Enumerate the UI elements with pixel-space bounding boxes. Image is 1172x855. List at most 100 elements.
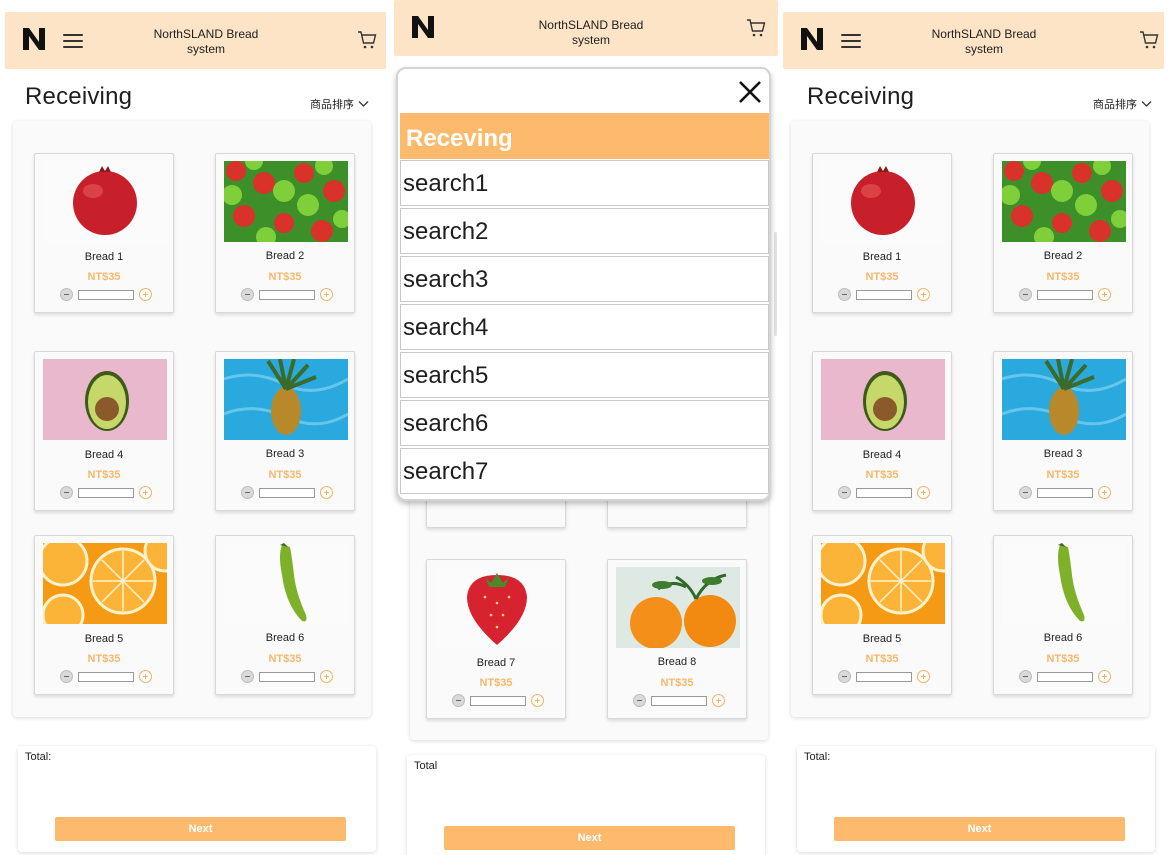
next-button[interactable]: Next: [834, 817, 1125, 841]
quantity-input[interactable]: [259, 671, 315, 682]
pomegranate-image: [43, 161, 167, 242]
strawberry-image: [435, 567, 559, 648]
product-card[interactable]: Bread 1 NT$35: [34, 153, 174, 313]
quantity-input[interactable]: [651, 695, 707, 706]
quantity-input[interactable]: [856, 289, 912, 300]
sort-dropdown[interactable]: 商品排序: [310, 96, 369, 112]
search-item[interactable]: search6: [400, 400, 769, 446]
search-item[interactable]: search3: [400, 256, 769, 302]
pineapple-image: [1002, 359, 1126, 440]
plus-icon[interactable]: [917, 486, 930, 499]
minus-icon[interactable]: [1019, 288, 1032, 301]
product-card[interactable]: Bread 5 NT$35: [34, 535, 174, 695]
plus-icon[interactable]: [320, 670, 333, 683]
app-title: NorthSLAND Bread system: [538, 18, 644, 47]
search-item[interactable]: search2: [400, 208, 769, 254]
product-name: Bread 4: [862, 449, 902, 461]
plus-icon[interactable]: [320, 288, 333, 301]
plus-icon[interactable]: [139, 486, 152, 499]
search-item[interactable]: search4: [400, 304, 769, 350]
avocado-image: [821, 359, 945, 440]
left-screen: NorthSLAND Bread system Receiving 商品排序 Br…: [0, 0, 386, 855]
sort-dropdown[interactable]: 商品排序: [1093, 96, 1152, 112]
scrollbar[interactable]: [774, 232, 777, 336]
quantity-stepper: [1019, 670, 1111, 683]
quantity-input[interactable]: [259, 487, 315, 498]
product-card[interactable]: Bread 3 NT$35: [993, 351, 1133, 511]
quantity-stepper: [838, 288, 930, 301]
plus-icon[interactable]: [917, 670, 930, 683]
minus-icon[interactable]: [1019, 670, 1032, 683]
product-card[interactable]: Bread 2 NT$35: [993, 153, 1133, 313]
minus-icon[interactable]: [60, 288, 73, 301]
minus-icon[interactable]: [838, 288, 851, 301]
pomegranate-image: [821, 161, 945, 242]
product-name: Bread 4: [84, 449, 124, 461]
minus-icon[interactable]: [60, 486, 73, 499]
product-card[interactable]: Bread 8 NT$35: [607, 559, 747, 719]
product-name: Bread 6: [265, 632, 305, 644]
search-item[interactable]: search7: [400, 448, 769, 494]
app-header: NorthSLAND Bread system: [394, 0, 778, 56]
product-card[interactable]: Bread 6 NT$35: [993, 535, 1133, 695]
plus-icon[interactable]: [1098, 670, 1111, 683]
quantity-input[interactable]: [78, 671, 134, 682]
product-list: Bread 1 NT$35 Bread 2 NT$35 Bread 4 NT$3…: [13, 121, 371, 717]
plus-icon[interactable]: [1098, 288, 1111, 301]
cart-icon[interactable]: [357, 30, 377, 50]
hamburger-menu-icon[interactable]: [841, 32, 863, 48]
quantity-input[interactable]: [1037, 671, 1093, 682]
product-card[interactable]: Bread 2 NT$35: [215, 153, 355, 313]
plus-icon[interactable]: [917, 288, 930, 301]
quantity-stepper: [60, 486, 152, 499]
quantity-input[interactable]: [78, 487, 134, 498]
product-card[interactable]: Bread 5 NT$35: [812, 535, 952, 695]
minus-icon[interactable]: [838, 670, 851, 683]
next-button[interactable]: Next: [444, 826, 735, 850]
minus-icon[interactable]: [241, 486, 254, 499]
product-card[interactable]: Bread 4 NT$35: [812, 351, 952, 511]
minus-icon[interactable]: [60, 670, 73, 683]
minus-icon[interactable]: [633, 694, 646, 707]
quantity-input[interactable]: [856, 487, 912, 498]
search-item[interactable]: search1: [400, 160, 769, 206]
plus-icon[interactable]: [320, 486, 333, 499]
product-price: NT$35: [865, 271, 899, 283]
plus-icon[interactable]: [712, 694, 725, 707]
quantity-input[interactable]: [470, 695, 526, 706]
minus-icon[interactable]: [241, 288, 254, 301]
product-card[interactable]: Bread 6 NT$35: [215, 535, 355, 695]
quantity-input[interactable]: [1037, 289, 1093, 300]
close-icon[interactable]: [737, 79, 763, 105]
product-card[interactable]: Bread 7 NT$35: [426, 559, 566, 719]
product-name: Bread 2: [1043, 250, 1083, 262]
quantity-input[interactable]: [259, 289, 315, 300]
product-list: Bread 7 NT$35 Bread 8 NT$35: [410, 440, 768, 740]
product-card[interactable]: Bread 4 NT$35: [34, 351, 174, 511]
plus-icon[interactable]: [531, 694, 544, 707]
quantity-input[interactable]: [856, 671, 912, 682]
minus-icon[interactable]: [241, 670, 254, 683]
product-card[interactable]: Bread 1 NT$35: [812, 153, 952, 313]
product-name: Bread 3: [265, 448, 305, 460]
minus-icon[interactable]: [838, 486, 851, 499]
next-button[interactable]: Next: [55, 817, 346, 841]
logo-icon: [801, 28, 823, 50]
apples-image: [224, 161, 348, 242]
avocado-image: [43, 359, 167, 440]
total-card: Total Next: [407, 755, 765, 855]
minus-icon[interactable]: [452, 694, 465, 707]
app-title: NorthSLAND Bread system: [153, 27, 259, 56]
search-modal: Receving search1 search2 search3 search4…: [396, 67, 771, 501]
search-item[interactable]: search5: [400, 352, 769, 398]
quantity-input[interactable]: [78, 289, 134, 300]
plus-icon[interactable]: [139, 670, 152, 683]
cart-icon[interactable]: [746, 18, 766, 38]
plus-icon[interactable]: [1098, 486, 1111, 499]
cart-icon[interactable]: [1139, 30, 1159, 50]
plus-icon[interactable]: [139, 288, 152, 301]
hamburger-menu-icon[interactable]: [63, 32, 85, 48]
product-card[interactable]: Bread 3 NT$35: [215, 351, 355, 511]
minus-icon[interactable]: [1019, 486, 1032, 499]
quantity-input[interactable]: [1037, 487, 1093, 498]
